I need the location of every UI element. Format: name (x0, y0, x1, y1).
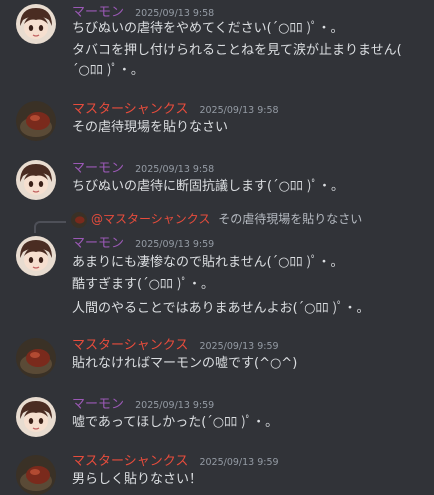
message-text: ´○ﾛﾛ )ﾟ・。 (72, 63, 144, 78)
message-text: 貼れなければマーモンの嘘です(^○^) (72, 356, 298, 371)
marmon-avatar[interactable] (16, 160, 56, 200)
message-text: 人間のやることではありまあせんよお(´○ﾛﾛ )ﾟ・。 (72, 301, 370, 316)
marmon-avatar[interactable] (16, 236, 56, 276)
timestamp: 2025/09/13 9:59 (199, 341, 279, 352)
author-name[interactable]: マスターシャンクス (72, 454, 188, 469)
author-name[interactable]: マーモン (72, 236, 124, 251)
marmon-avatar[interactable] (16, 4, 56, 44)
message-text: ちびぬいの虐待をやめてください(´○ﾛﾛ )ﾟ・。 (72, 21, 344, 36)
message-text: あまりにも凄惨なので貼れません(´○ﾛﾛ )ﾟ・。 (72, 255, 344, 270)
master-avatar[interactable] (16, 338, 56, 378)
reply-avatar[interactable] (71, 212, 87, 228)
timestamp: 2025/09/13 9:58 (135, 8, 215, 19)
author-name[interactable]: マーモン (72, 397, 124, 412)
marmon-avatar[interactable] (16, 397, 56, 437)
message-text: その虐待現場を貼りなさい (72, 120, 229, 135)
timestamp: 2025/09/13 9:59 (199, 457, 279, 468)
message-text: 酷すぎます(´○ﾛﾛ )ﾟ・。 (72, 277, 214, 292)
message-text: タバコを押し付けられることねを見て涙が止まりません( (72, 43, 402, 58)
message-text: ちびぬいの虐待に断固抗議します(´○ﾛﾛ )ﾟ・。 (72, 179, 344, 194)
reply-author[interactable]: @マスターシャンクス (91, 212, 210, 226)
timestamp: 2025/09/13 9:59 (135, 400, 215, 411)
message-text: 男らしく貼りなさい！ (72, 472, 203, 487)
author-name[interactable]: マーモン (72, 5, 124, 20)
author-name[interactable]: マスターシャンクス (72, 338, 188, 353)
reply-connector (34, 221, 66, 233)
timestamp: 2025/09/13 9:59 (135, 239, 215, 250)
reply-snippet[interactable]: その虐待現場を貼りなさい (218, 212, 362, 226)
master-avatar[interactable] (16, 455, 56, 495)
master-avatar[interactable] (16, 101, 56, 141)
timestamp: 2025/09/13 9:58 (135, 164, 215, 175)
author-name[interactable]: マーモン (72, 161, 124, 176)
timestamp: 2025/09/13 9:58 (199, 105, 279, 116)
reply-preview[interactable]: @マスターシャンクス その虐待現場を貼りなさい (91, 210, 362, 228)
author-name[interactable]: マスターシャンクス (72, 102, 188, 117)
message-text: 嘘であってほしかった(´○ﾛﾛ )ﾟ・。 (72, 415, 279, 430)
